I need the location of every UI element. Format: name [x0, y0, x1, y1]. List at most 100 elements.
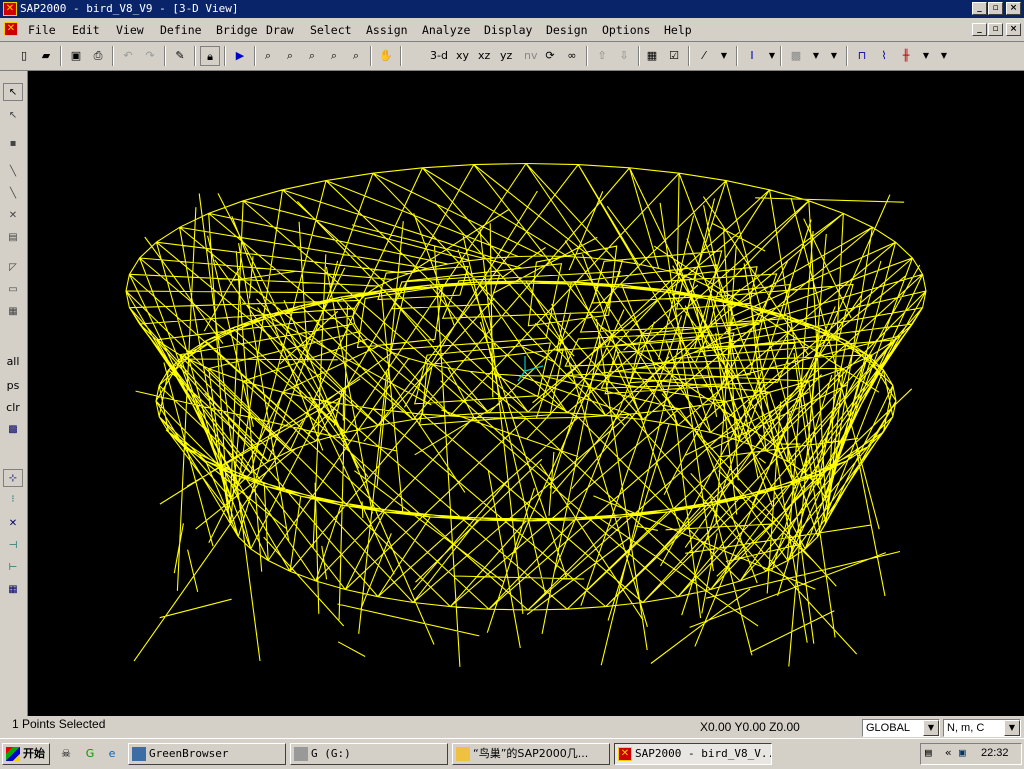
- menu-analyze[interactable]: Analyze: [422, 23, 470, 37]
- child-restore-button[interactable]: ▫: [988, 23, 1003, 36]
- child-close-button[interactable]: ×: [1006, 23, 1021, 36]
- zoom-restore-icon[interactable]: ⌕: [280, 46, 300, 66]
- keyboard-icon[interactable]: ▤: [925, 746, 932, 759]
- menu-select[interactable]: Select: [310, 23, 352, 37]
- zoom-in-icon[interactable]: ⌕: [324, 46, 344, 66]
- child-minimize-button[interactable]: _: [972, 23, 987, 36]
- view-yz-button[interactable]: yz: [500, 46, 512, 66]
- view-xz-button[interactable]: xz: [478, 46, 490, 66]
- set-display-options-icon[interactable]: ▦: [642, 46, 662, 66]
- move-down-icon[interactable]: ⇩: [614, 46, 634, 66]
- snap-intersection-icon[interactable]: ✕: [3, 515, 23, 533]
- draw-poly-area-icon[interactable]: ◸: [3, 259, 23, 277]
- network-icon[interactable]: ▣: [959, 746, 966, 759]
- undo-icon[interactable]: ↶: [118, 46, 138, 66]
- zoom-out-icon[interactable]: ⌕: [346, 46, 366, 66]
- pointer-icon[interactable]: ↖: [3, 83, 23, 101]
- zoom-window-icon[interactable]: ⌕: [258, 46, 278, 66]
- tray-expand-icon[interactable]: «: [945, 746, 952, 759]
- pan-hand-icon[interactable]: ✋: [376, 46, 396, 66]
- greenbrowser-quick-icon[interactable]: G: [80, 744, 100, 764]
- task-greenbrowser[interactable]: GreenBrowser: [128, 743, 286, 765]
- menu-edit[interactable]: Edit: [72, 23, 100, 37]
- menu-design[interactable]: Design: [546, 23, 588, 37]
- menu-options[interactable]: Options: [602, 23, 650, 37]
- quicklaunch-icon[interactable]: ☠: [56, 744, 76, 764]
- print-icon[interactable]: ⎙: [88, 46, 108, 66]
- draw-dropdown-icon[interactable]: ▼: [916, 46, 936, 66]
- menu-file[interactable]: File: [28, 23, 56, 37]
- draw-grid-icon[interactable]: ▤: [3, 229, 23, 247]
- rotate-3d-icon[interactable]: ⟳: [540, 46, 560, 66]
- perspective-icon[interactable]: ∞: [562, 46, 582, 66]
- redo-icon[interactable]: ↷: [140, 46, 160, 66]
- sap2000-app-icon[interactable]: ✕: [3, 2, 17, 16]
- reshape-icon[interactable]: ↖: [3, 107, 23, 125]
- draw-brace-icon[interactable]: ╫: [896, 46, 916, 66]
- select-previous-button[interactable]: ps: [3, 377, 23, 395]
- units-select[interactable]: N, m, C ▼: [943, 719, 1021, 737]
- quick-area-icon[interactable]: ▦: [3, 303, 23, 321]
- draw-point-icon[interactable]: ▪: [3, 135, 23, 153]
- draw-line-icon[interactable]: ╲: [3, 163, 23, 181]
- move-up-icon[interactable]: ⇧: [592, 46, 612, 66]
- toolbar-separator: [60, 46, 62, 66]
- menu-define[interactable]: Define: [160, 23, 202, 37]
- draw-polyline-icon[interactable]: ⌇: [874, 46, 894, 66]
- coord-system-select[interactable]: GLOBAL ▼: [862, 719, 940, 737]
- lock-icon[interactable]: 🔒︎: [200, 46, 220, 66]
- view-xy-button[interactable]: xy: [456, 46, 469, 66]
- open-folder-icon[interactable]: ▰: [36, 46, 56, 66]
- task-sap2000[interactable]: ✕ SAP2000 - bird_V8_V...: [614, 743, 772, 765]
- toolbar-overflow-icon[interactable]: ▼: [934, 46, 954, 66]
- run-analysis-icon[interactable]: ▶: [230, 46, 250, 66]
- task-drive-g[interactable]: G (G:): [290, 743, 448, 765]
- check-icon[interactable]: ☑: [664, 46, 684, 66]
- draw-rect-area-icon[interactable]: ▭: [3, 281, 23, 299]
- clear-selection-button[interactable]: clr: [3, 399, 23, 417]
- document-icon[interactable]: ✕: [4, 22, 18, 36]
- view-nv-button[interactable]: nv: [524, 46, 537, 66]
- restore-button[interactable]: ▫: [988, 2, 1003, 15]
- chevron-down-icon[interactable]: ▼: [923, 720, 939, 736]
- draw-segment-icon[interactable]: ╲: [3, 185, 23, 203]
- zoom-full-icon[interactable]: ⌕: [302, 46, 322, 66]
- minimize-button[interactable]: _: [972, 2, 987, 15]
- shrink-elements-icon[interactable]: ⁄: [694, 46, 714, 66]
- snap-grid-icon[interactable]: ▦: [3, 581, 23, 599]
- task-folder[interactable]: “鸟巢”的SAP2000几...: [452, 743, 610, 765]
- menu-help[interactable]: Help: [664, 23, 692, 37]
- draw-frame-icon[interactable]: ⊓: [852, 46, 872, 66]
- window-title: SAP2000 - bird_V8_V9 - [3-D View]: [20, 2, 239, 15]
- draw-cross-brace-icon[interactable]: ✕: [3, 207, 23, 225]
- area-display-icon[interactable]: ▩: [786, 46, 806, 66]
- snap-lines-icon[interactable]: ⊢: [3, 559, 23, 577]
- menu-draw[interactable]: Draw: [266, 23, 294, 37]
- section-dropdown-icon[interactable]: ▼: [762, 46, 782, 66]
- save-icon[interactable]: ▣: [66, 46, 86, 66]
- refresh-pencil-icon[interactable]: ✎: [170, 46, 190, 66]
- snap-perpendicular-icon[interactable]: ⊣: [3, 537, 23, 555]
- snap-points-icon[interactable]: ⊹: [3, 469, 23, 487]
- view-3d-button[interactable]: 3-d: [430, 46, 448, 66]
- ie-quick-icon[interactable]: e: [102, 744, 122, 764]
- snap-ends-icon[interactable]: ⁝: [3, 491, 23, 509]
- drive-icon: [294, 747, 308, 761]
- more-dropdown-icon[interactable]: ▼: [824, 46, 844, 66]
- new-model-icon[interactable]: ▯: [14, 46, 34, 66]
- clock: 22:32: [981, 747, 1009, 759]
- start-button[interactable]: 开始: [2, 743, 50, 765]
- select-all-button[interactable]: all: [3, 353, 23, 371]
- shrink-dropdown-icon[interactable]: ▼: [714, 46, 734, 66]
- intersecting-line-icon[interactable]: ▩: [3, 421, 23, 439]
- menu-view[interactable]: View: [116, 23, 144, 37]
- chevron-down-icon[interactable]: ▼: [1004, 720, 1020, 736]
- menu-assign[interactable]: Assign: [366, 23, 408, 37]
- 3d-view-canvas[interactable]: [28, 71, 1024, 716]
- menu-bridge[interactable]: Bridge: [216, 23, 258, 37]
- close-button[interactable]: ×: [1006, 2, 1021, 15]
- section-icon[interactable]: Ⅰ: [742, 46, 762, 66]
- area-dropdown-icon[interactable]: ▼: [806, 46, 826, 66]
- menu-display[interactable]: Display: [484, 23, 532, 37]
- coord-system-value: GLOBAL: [866, 722, 911, 734]
